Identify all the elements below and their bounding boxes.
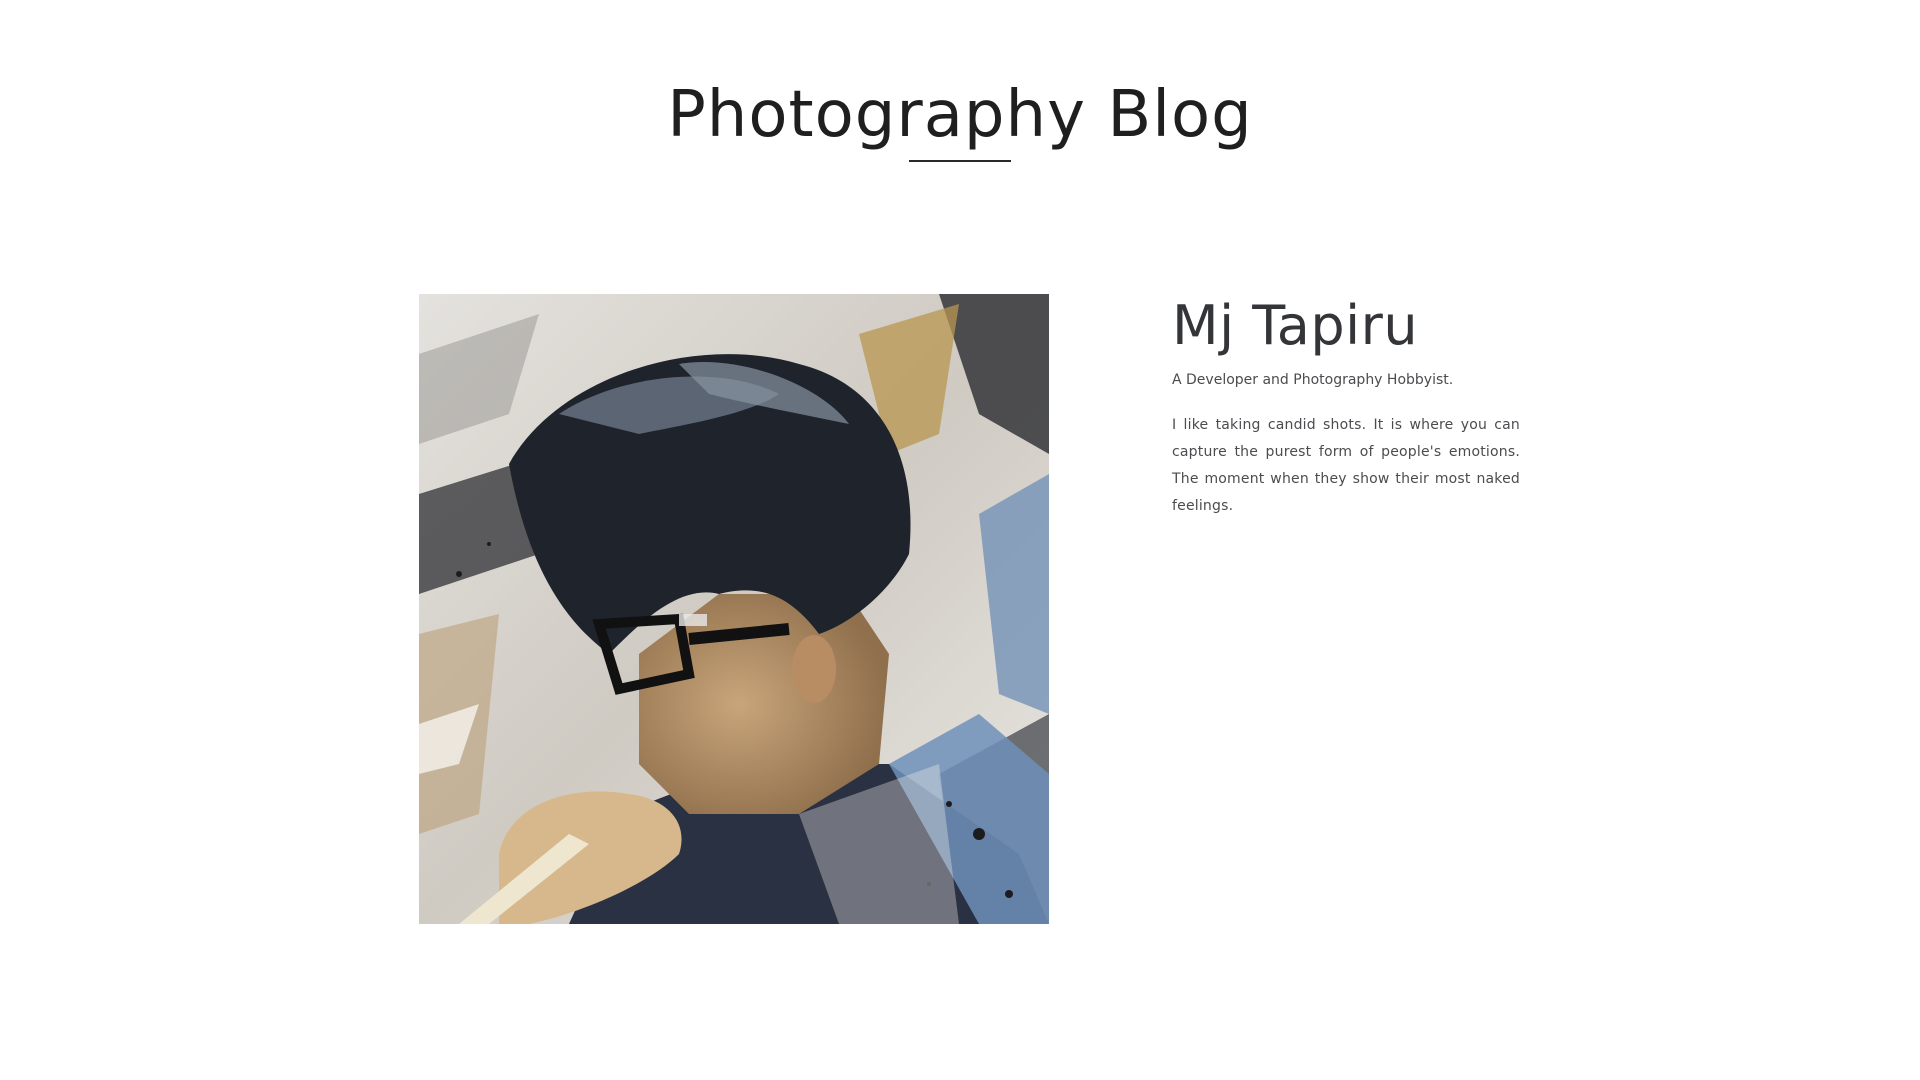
page: Photography Blog Mj Tapiru A Developer a… [0,0,1920,1080]
author-name: Mj Tapiru [1172,294,1419,357]
title-underline [909,160,1011,162]
author-tagline: A Developer and Photography Hobbyist. [1172,372,1454,388]
site-title: Photography Blog [667,78,1253,152]
bio-block: Mj Tapiru A Developer and Photography Ho… [1172,294,1520,520]
site-header: Photography Blog [0,70,1920,162]
profile-photo-artwork [419,294,1049,924]
author-bio: I like taking candid shots. It is where … [1172,417,1520,514]
profile-section: Mj Tapiru A Developer and Photography Ho… [419,294,1520,924]
profile-photo [419,294,1049,924]
